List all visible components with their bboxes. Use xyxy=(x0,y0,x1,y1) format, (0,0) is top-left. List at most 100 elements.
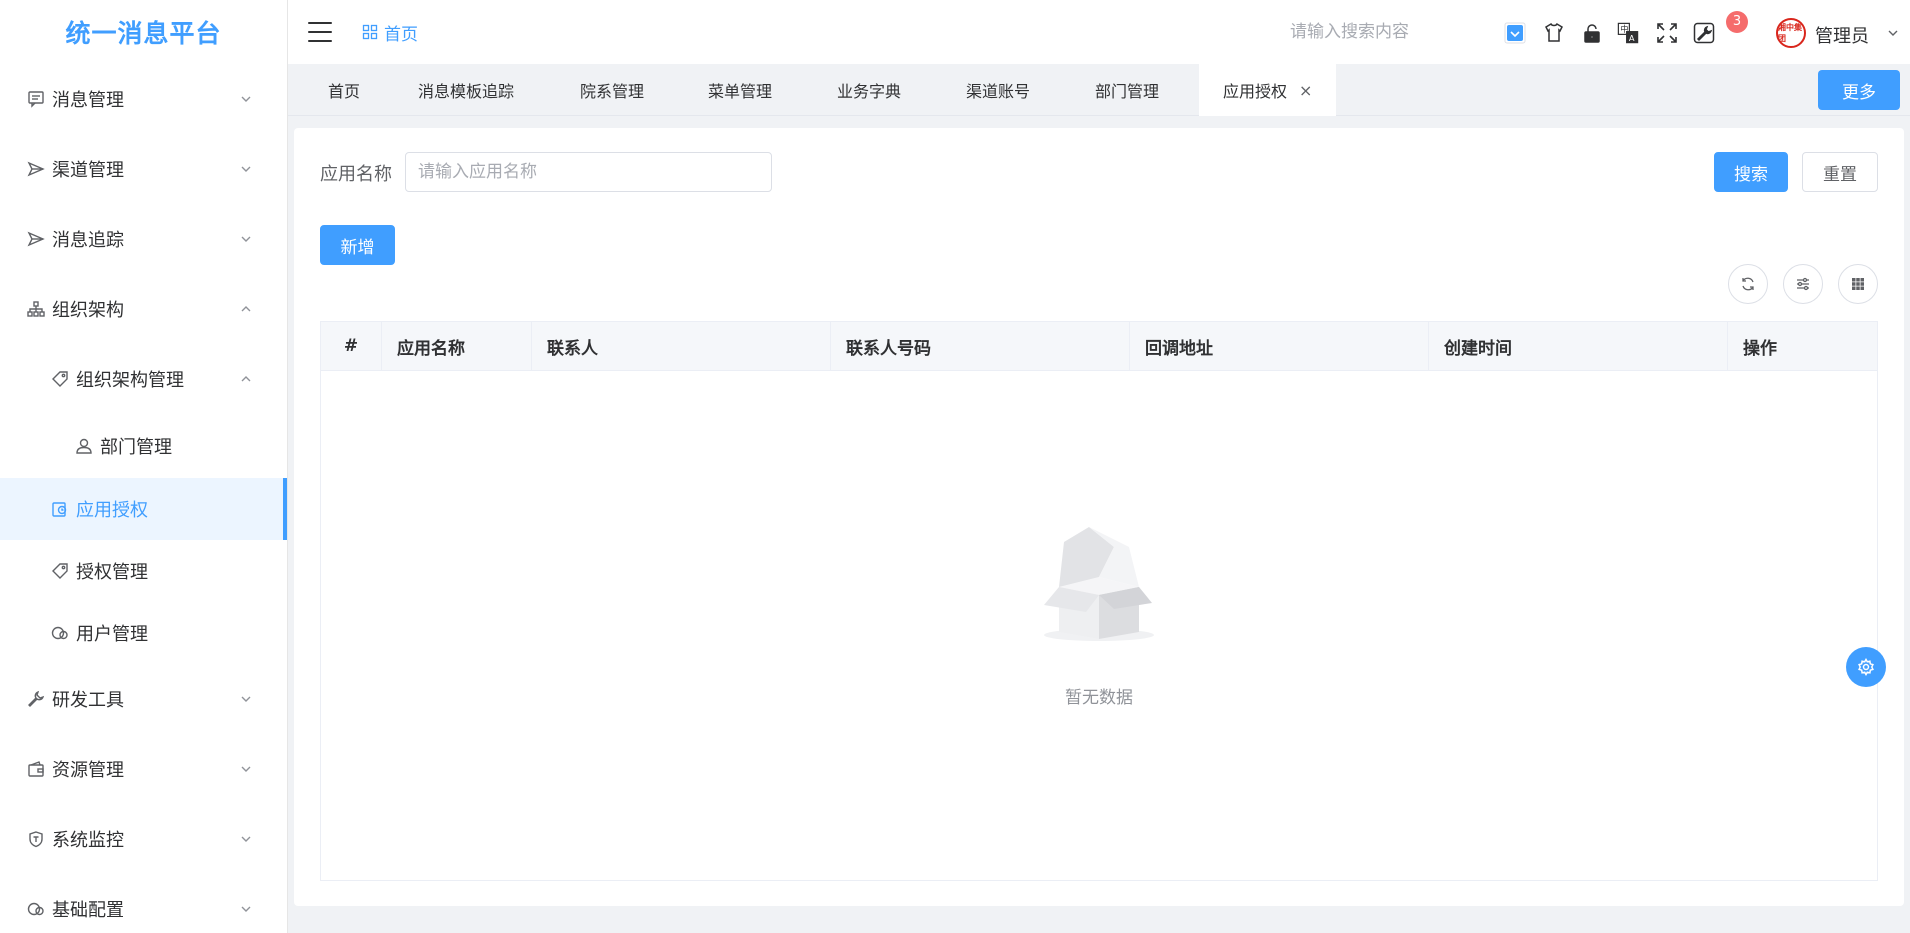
top-header: 首页 中A 3 湘中集团 管理员 xyxy=(288,0,1910,64)
fullscreen-icon[interactable] xyxy=(1656,22,1678,44)
app-title: 统一消息平台 xyxy=(65,19,222,48)
sidebar-item-label: 组织架构 xyxy=(52,300,124,321)
sidebar-item-label: 部门管理 xyxy=(100,437,172,458)
empty-state: 暂无数据 xyxy=(321,517,1877,708)
empty-box-icon xyxy=(1044,527,1154,641)
column-header-created-time: 创建时间 xyxy=(1429,322,1728,370)
lock-icon[interactable] xyxy=(1581,22,1603,44)
chevron-down-icon xyxy=(241,166,251,172)
tag-home[interactable]: 首页 xyxy=(328,64,360,116)
sidebar-item-label: 基础配置 xyxy=(52,900,124,921)
tools-icon[interactable] xyxy=(1693,22,1715,44)
notification-badge: 3 xyxy=(1726,11,1748,33)
breadcrumb[interactable]: 首页 xyxy=(362,20,418,45)
chevron-up-icon xyxy=(241,376,251,382)
tag-label: 应用授权 xyxy=(1223,82,1288,101)
data-table: # 应用名称 联系人 联系人号码 回调地址 创建时间 操作 暂无数据 xyxy=(320,321,1878,881)
user-name[interactable]: 管理员 xyxy=(1815,22,1869,48)
refresh-icon[interactable] xyxy=(1728,264,1768,304)
sidebar-item-app-authorization[interactable]: 应用授权 xyxy=(0,478,287,540)
main-card: 应用名称 搜索 重置 新增 # 应用名称 联系人 联系人号码 回调地址 创建时间… xyxy=(294,128,1904,906)
column-header-contact-phone: 联系人号码 xyxy=(831,322,1130,370)
breadcrumb-home: 首页 xyxy=(384,24,418,45)
tag-channel-account[interactable]: 渠道账号 xyxy=(966,64,1030,116)
sidebar-item-channel-management[interactable]: 渠道管理 xyxy=(0,134,287,204)
tag-department-system[interactable]: 院系管理 xyxy=(580,64,644,116)
chevron-down-icon xyxy=(241,236,251,242)
columns-grid-icon[interactable] xyxy=(1838,264,1878,304)
tag-icon xyxy=(50,369,70,389)
sidebar-item-label: 系统监控 xyxy=(52,830,124,851)
sidebar-item-label: 用户管理 xyxy=(76,624,148,645)
sidebar-item-org-structure-management[interactable]: 组织架构管理 xyxy=(0,344,287,414)
sidebar-item-message-tracking[interactable]: 消息追踪 xyxy=(0,204,287,274)
tag-icon xyxy=(50,561,70,581)
sidebar-item-label: 消息追踪 xyxy=(52,230,124,251)
filter-settings-icon[interactable] xyxy=(1783,264,1823,304)
chevron-down-icon xyxy=(241,696,251,702)
close-icon[interactable]: × xyxy=(1299,81,1312,100)
tag-app-authorization[interactable]: 应用授权 × xyxy=(1199,64,1337,116)
search-button[interactable]: 搜索 xyxy=(1714,152,1788,192)
shield-icon xyxy=(26,829,46,849)
checkbox-icon[interactable] xyxy=(1504,22,1526,44)
column-header-app-name: 应用名称 xyxy=(382,322,532,370)
more-button[interactable]: 更多 xyxy=(1818,70,1900,110)
sidebar-item-resource-management[interactable]: 资源管理 xyxy=(0,734,287,804)
chevron-down-icon[interactable] xyxy=(1886,26,1900,40)
sidebar-item-department-management[interactable]: 部门管理 xyxy=(0,414,287,478)
tshirt-icon[interactable] xyxy=(1543,22,1565,44)
avatar[interactable]: 湘中集团 xyxy=(1776,18,1806,48)
sidebar-item-org-structure[interactable]: 组织架构 xyxy=(0,274,287,344)
sidebar-item-system-monitor[interactable]: 系统监控 xyxy=(0,804,287,874)
sidebar: 统一消息平台 消息管理 渠道管理 消息追踪 组织架构 组织架构管理 部门管理 应… xyxy=(0,0,288,933)
app-name-input[interactable] xyxy=(405,152,772,192)
sidebar-item-label: 组织架构管理 xyxy=(76,370,184,391)
sidebar-item-basic-config[interactable]: 基础配置 xyxy=(0,874,287,933)
chevron-down-icon xyxy=(241,906,251,912)
sidebar-item-dev-tools[interactable]: 研发工具 xyxy=(0,664,287,734)
cloud-icon xyxy=(26,899,46,919)
message-icon xyxy=(26,89,46,109)
tags-bar: 首页 消息模板追踪 院系管理 菜单管理 业务字典 渠道账号 部门管理 应用授权 … xyxy=(288,64,1910,116)
sidebar-item-label: 研发工具 xyxy=(52,690,124,711)
sidebar-item-label: 渠道管理 xyxy=(52,160,124,181)
send-icon xyxy=(26,159,46,179)
tag-business-dictionary[interactable]: 业务字典 xyxy=(837,64,901,116)
translate-icon[interactable]: 中A xyxy=(1617,22,1639,44)
sidebar-item-label: 授权管理 xyxy=(76,562,148,583)
sidebar-item-authorization-management[interactable]: 授权管理 xyxy=(0,540,287,602)
column-header-actions: 操作 xyxy=(1743,338,1777,359)
app-auth-icon xyxy=(50,499,70,519)
app-name-label: 应用名称 xyxy=(320,164,392,185)
column-header-contact: 联系人 xyxy=(532,322,831,370)
wallet-icon xyxy=(26,759,46,779)
avatar-logo: 湘中集团 xyxy=(1778,23,1802,43)
sidebar-item-label: 应用授权 xyxy=(76,500,148,521)
user-circle-icon xyxy=(50,623,70,643)
empty-text: 暂无数据 xyxy=(1065,688,1133,708)
tag-department-management[interactable]: 部门管理 xyxy=(1095,64,1159,116)
sidebar-item-label: 资源管理 xyxy=(52,760,124,781)
tag-message-template-tracking[interactable]: 消息模板追踪 xyxy=(418,64,514,116)
svg-text:中: 中 xyxy=(1620,24,1628,34)
tag-menu-management[interactable]: 菜单管理 xyxy=(708,64,772,116)
send-icon xyxy=(26,229,46,249)
svg-text:A: A xyxy=(1629,33,1635,43)
column-header-callback-url: 回调地址 xyxy=(1130,322,1429,370)
user-icon xyxy=(74,436,94,456)
chevron-up-icon xyxy=(241,306,251,312)
sidebar-item-user-management[interactable]: 用户管理 xyxy=(0,602,287,664)
column-header-index: # xyxy=(321,322,382,370)
table-header: # 应用名称 联系人 联系人号码 回调地址 创建时间 操作 xyxy=(321,322,1877,371)
settings-gear-icon[interactable] xyxy=(1846,647,1886,687)
chevron-down-icon xyxy=(241,96,251,102)
reset-button[interactable]: 重置 xyxy=(1802,152,1878,192)
chevron-down-icon xyxy=(241,766,251,772)
wrench-icon xyxy=(26,689,46,709)
add-button[interactable]: 新增 xyxy=(320,225,395,265)
sidebar-item-label: 消息管理 xyxy=(52,90,124,111)
header-search-input[interactable] xyxy=(1290,22,1470,42)
sidebar-item-message-management[interactable]: 消息管理 xyxy=(0,64,287,134)
hamburger-menu-icon[interactable] xyxy=(308,22,332,42)
